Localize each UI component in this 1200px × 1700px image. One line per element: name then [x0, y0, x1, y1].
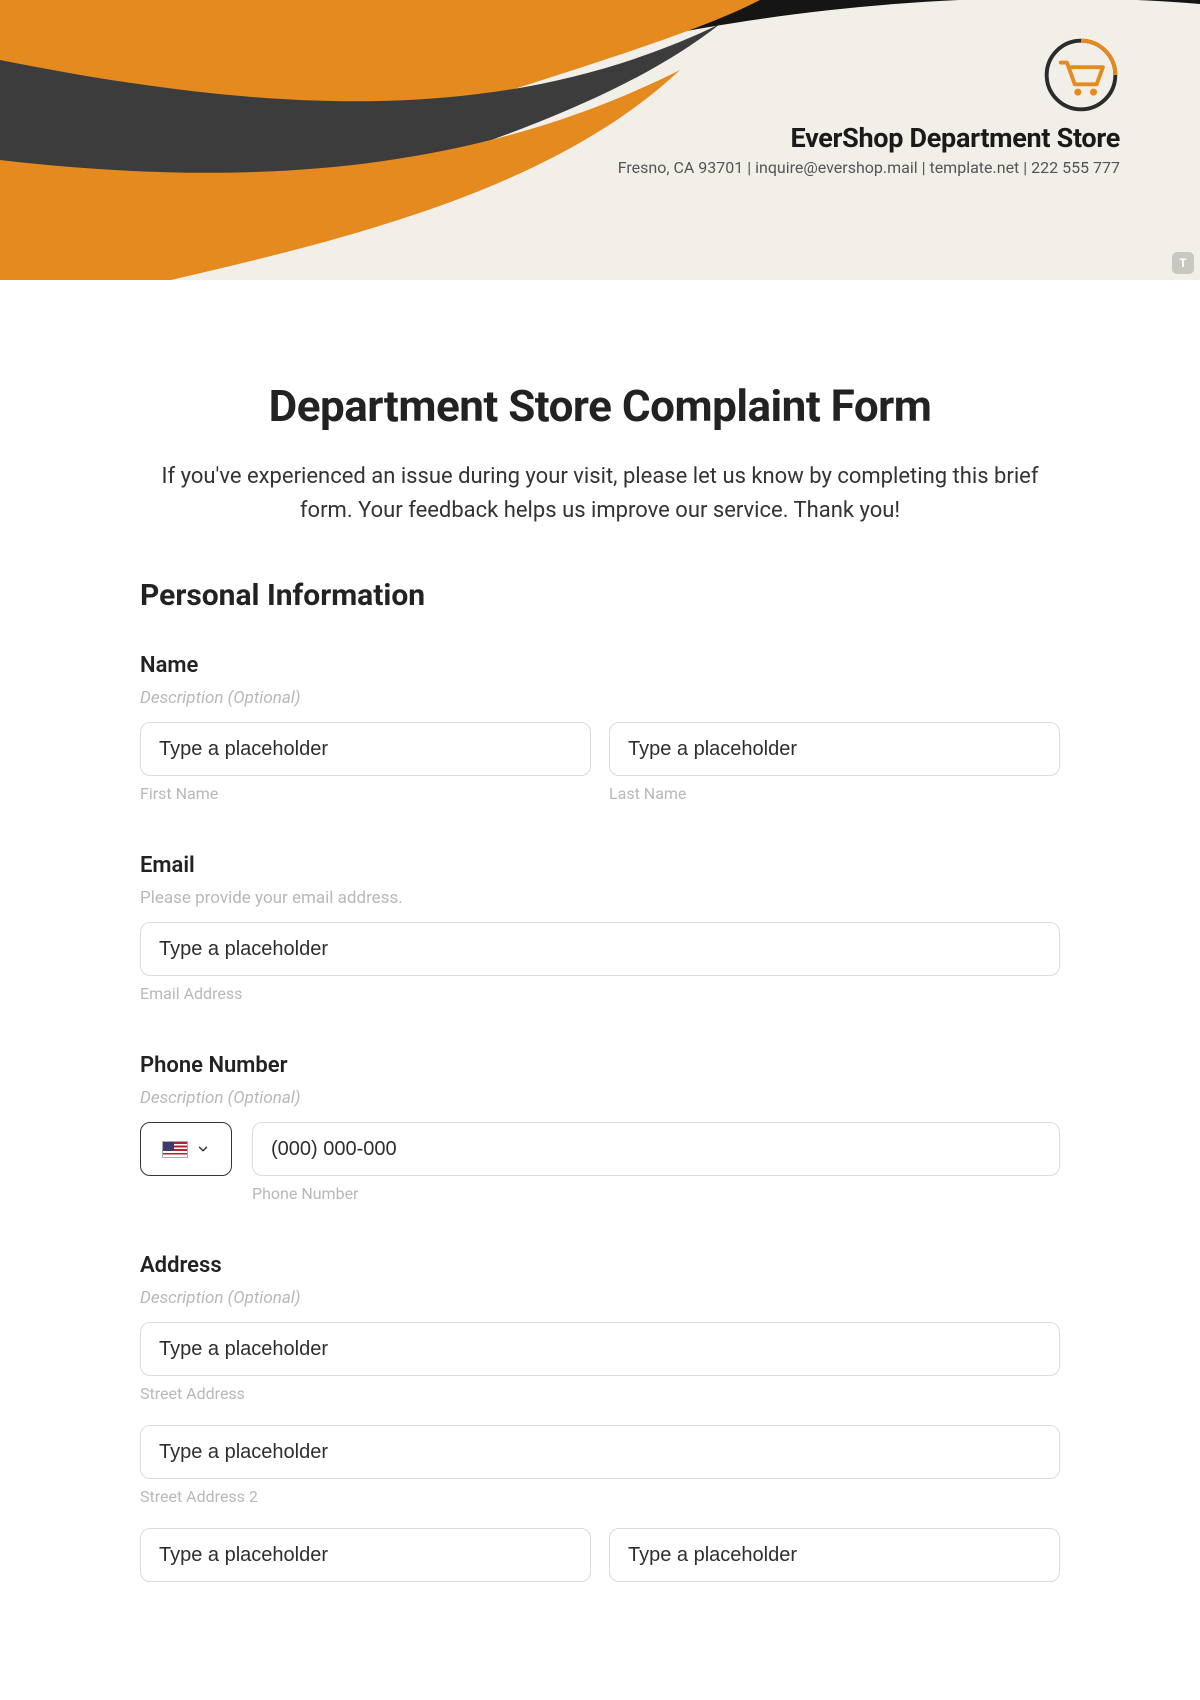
phone-desc: Description (Optional): [140, 1088, 1060, 1108]
letterhead: EverShop Department Store Fresno, CA 937…: [0, 0, 1200, 280]
section-personal-info: Personal Information: [140, 578, 1060, 613]
phone-label: Phone Number: [140, 1053, 1060, 1078]
phone-input[interactable]: [252, 1122, 1060, 1176]
first-name-sublabel: First Name: [140, 784, 591, 803]
email-sublabel: Email Address: [140, 984, 1060, 1003]
city-input[interactable]: [140, 1528, 591, 1582]
cart-logo-icon: [1042, 36, 1120, 114]
page-title: Department Store Complaint Form: [140, 380, 1060, 432]
brand-contact-line: Fresno, CA 93701 | inquire@evershop.mail…: [618, 158, 1120, 177]
address-label: Address: [140, 1253, 1060, 1278]
last-name-input[interactable]: [609, 722, 1060, 776]
brand-name: EverShop Department Store: [618, 122, 1120, 154]
email-group: Email Please provide your email address.…: [140, 853, 1060, 1003]
address-group: Address Description (Optional) Street Ad…: [140, 1253, 1060, 1582]
address-desc: Description (Optional): [140, 1288, 1060, 1308]
brand-block: EverShop Department Store Fresno, CA 937…: [618, 36, 1120, 177]
name-group: Name Description (Optional) First Name L…: [140, 653, 1060, 803]
state-input[interactable]: [609, 1528, 1060, 1582]
last-name-sublabel: Last Name: [609, 784, 1060, 803]
intro-text: If you've experienced an issue during yo…: [140, 460, 1060, 528]
street-address-sublabel: Street Address: [140, 1384, 1060, 1403]
name-label: Name: [140, 653, 1060, 678]
street-address-2-sublabel: Street Address 2: [140, 1487, 1060, 1506]
street-address-2-input[interactable]: [140, 1425, 1060, 1479]
first-name-input[interactable]: [140, 722, 591, 776]
name-desc: Description (Optional): [140, 688, 1060, 708]
email-desc: Please provide your email address.: [140, 888, 1060, 908]
phone-sublabel: Phone Number: [252, 1184, 1060, 1203]
us-flag-icon: [162, 1141, 188, 1158]
country-code-select[interactable]: [140, 1122, 232, 1176]
email-label: Email: [140, 853, 1060, 878]
chevron-down-icon: [196, 1142, 210, 1156]
phone-group: Phone Number Description (Optional) Phon…: [140, 1053, 1060, 1203]
form-page: Department Store Complaint Form If you'v…: [120, 280, 1080, 1672]
email-input[interactable]: [140, 922, 1060, 976]
template-badge: T: [1172, 252, 1194, 274]
street-address-input[interactable]: [140, 1322, 1060, 1376]
